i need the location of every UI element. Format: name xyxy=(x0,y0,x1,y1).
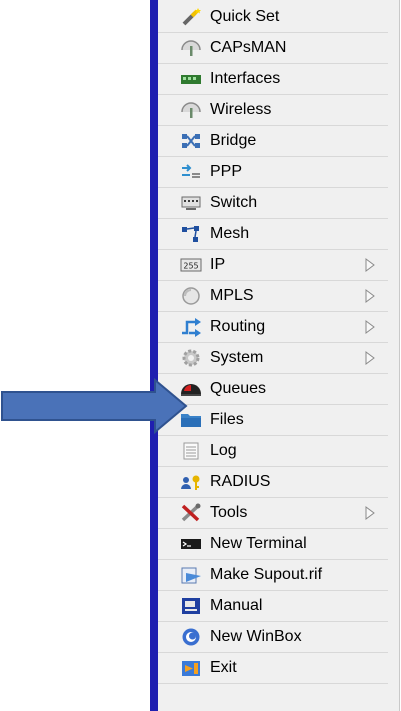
menu-item-new-winbox[interactable]: New WinBox xyxy=(158,622,388,653)
menu-item-label: Exit xyxy=(210,659,237,676)
main-menu: Quick Set CAPsMAN Interfaces Wireless Br… xyxy=(158,0,400,711)
menu-item-ip[interactable]: 255 IP xyxy=(158,250,388,281)
menu-item-tools[interactable]: Tools xyxy=(158,498,388,529)
menu-item-label: CAPsMAN xyxy=(210,39,287,56)
menu-item-label: Files xyxy=(210,411,244,428)
menu-item-mesh[interactable]: Mesh xyxy=(158,219,388,250)
switch-icon xyxy=(180,193,202,213)
winbox-icon xyxy=(180,627,202,647)
log-document-icon xyxy=(180,441,202,461)
ppp-icon xyxy=(180,162,202,182)
menu-item-manual[interactable]: Manual xyxy=(158,591,388,622)
menu-item-radius[interactable]: RADIUS xyxy=(158,467,388,498)
menu-item-wireless[interactable]: Wireless xyxy=(158,95,388,126)
interfaces-card-icon xyxy=(180,69,202,89)
menu-item-label: Log xyxy=(210,442,237,459)
menu-item-label: Interfaces xyxy=(210,70,281,87)
menu-item-label: RADIUS xyxy=(210,473,271,490)
menu-item-label: PPP xyxy=(210,163,243,180)
supout-icon xyxy=(180,565,202,585)
menu-item-label: IP xyxy=(210,256,226,273)
menu-item-system[interactable]: System xyxy=(158,343,388,374)
menu-item-label: MPLS xyxy=(210,287,254,304)
menu-item-label: Mesh xyxy=(210,225,250,242)
menu-item-label: Queues xyxy=(210,380,267,397)
mesh-icon xyxy=(180,224,202,244)
menu-item-label: Tools xyxy=(210,504,248,521)
manual-icon xyxy=(180,596,202,616)
sidebar-strip xyxy=(150,0,158,711)
terminal-icon xyxy=(180,534,202,554)
menu-item-label: Wireless xyxy=(210,101,272,118)
submenu-arrow-icon xyxy=(365,506,375,520)
submenu-arrow-icon xyxy=(365,258,375,272)
menu-item-interfaces[interactable]: Interfaces xyxy=(158,64,388,95)
tools-icon xyxy=(180,503,202,523)
menu-item-capsman[interactable]: CAPsMAN xyxy=(158,33,388,64)
menu-item-label: New WinBox xyxy=(210,628,302,645)
capsman-antenna-icon xyxy=(180,38,202,58)
menu-item-files[interactable]: Files xyxy=(158,405,388,436)
menu-item-exit[interactable]: Exit xyxy=(158,653,388,684)
submenu-arrow-icon xyxy=(365,351,375,365)
menu-item-label: New Terminal xyxy=(210,535,307,552)
menu-item-label: Manual xyxy=(210,597,263,614)
menu-item-log[interactable]: Log xyxy=(158,436,388,467)
menu-item-label: Routing xyxy=(210,318,266,335)
menu-item-queues[interactable]: Queues xyxy=(158,374,388,405)
menu-item-label: System xyxy=(210,349,264,366)
submenu-arrow-icon xyxy=(365,320,375,334)
pointer-arrow-icon xyxy=(1,378,188,434)
ip-255-icon: 255 xyxy=(180,255,202,275)
menu-item-mpls[interactable]: MPLS xyxy=(158,281,388,312)
system-gear-icon xyxy=(180,348,202,368)
menu-item-switch[interactable]: Switch xyxy=(158,188,388,219)
menu-item-label: Quick Set xyxy=(210,8,280,25)
exit-icon xyxy=(180,658,202,678)
menu-item-label: Bridge xyxy=(210,132,257,149)
svg-text:255: 255 xyxy=(183,262,198,271)
wireless-antenna-icon xyxy=(180,100,202,120)
radius-users-key-icon xyxy=(180,472,202,492)
menu-item-make-supout[interactable]: Make Supout.rif xyxy=(158,560,388,591)
routing-icon xyxy=(180,317,202,337)
submenu-arrow-icon xyxy=(365,289,375,303)
quick-set-wand-icon xyxy=(180,7,202,27)
menu-item-quick-set[interactable]: Quick Set xyxy=(158,2,388,33)
menu-item-routing[interactable]: Routing xyxy=(158,312,388,343)
mpls-icon xyxy=(180,286,202,306)
menu-item-ppp[interactable]: PPP xyxy=(158,157,388,188)
menu-item-bridge[interactable]: Bridge xyxy=(158,126,388,157)
menu-item-label: Make Supout.rif xyxy=(210,566,323,583)
bridge-icon xyxy=(180,131,202,151)
menu-item-label: Switch xyxy=(210,194,258,211)
menu-item-new-terminal[interactable]: New Terminal xyxy=(158,529,388,560)
